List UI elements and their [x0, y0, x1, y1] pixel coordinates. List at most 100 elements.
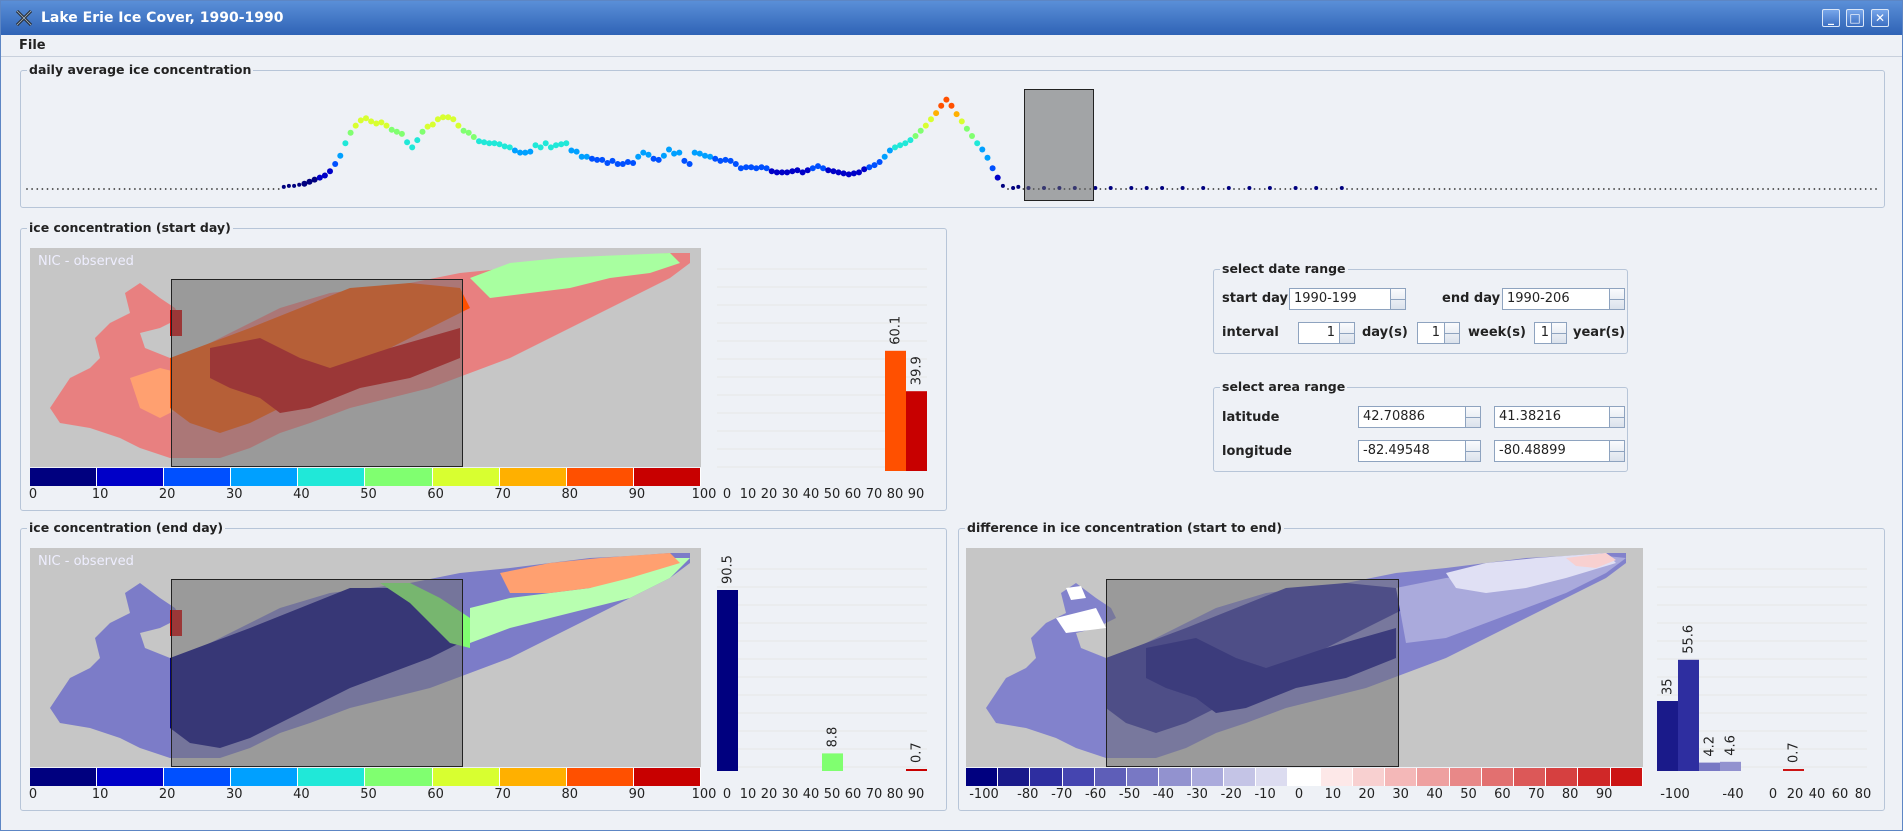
latitude-max-spinner[interactable] — [1609, 406, 1625, 428]
timeline-point — [594, 156, 601, 163]
legend-swatch — [966, 768, 999, 786]
timeline-point — [1613, 188, 1615, 190]
timeline-point — [933, 110, 940, 117]
timeline-point — [267, 188, 270, 190]
longitude-max-input[interactable]: -80.48899 — [1494, 440, 1610, 462]
area-range-title: select area range — [1220, 379, 1348, 394]
timeline-point — [1608, 188, 1610, 190]
start-day-input[interactable]: 1990-199 — [1289, 288, 1391, 310]
longitude-min-spinner[interactable] — [1465, 440, 1481, 462]
tick-label: 50 — [1460, 787, 1477, 802]
timeline-point — [938, 102, 945, 109]
timeline-point — [1864, 188, 1867, 190]
tick-label: 0 — [1768, 787, 1778, 802]
app-icon — [15, 9, 33, 27]
timeline-point — [154, 188, 157, 190]
longitude-max-spinner[interactable] — [1609, 440, 1625, 462]
timeline-point — [1284, 188, 1287, 190]
timeline-point — [1201, 186, 1206, 190]
legend-swatch — [1127, 768, 1160, 786]
start-day-spinner[interactable] — [1390, 288, 1406, 310]
tick-label: 30 — [226, 787, 243, 802]
timeline-point — [522, 149, 529, 156]
timeline-point — [82, 188, 85, 190]
end-day-spinner[interactable] — [1609, 288, 1625, 310]
end-map[interactable]: NIC - observed — [30, 548, 701, 767]
timeline-point — [1792, 188, 1795, 190]
tick-label: 20 — [158, 487, 176, 502]
timeline-point — [363, 115, 369, 122]
timeline-point — [589, 155, 595, 162]
end-day-input[interactable]: 1990-206 — [1502, 288, 1610, 310]
timeline-point — [1726, 188, 1728, 190]
tick-label: 100 — [691, 787, 717, 802]
timeline-point — [465, 129, 472, 136]
longitude-min-input[interactable]: -82.49548 — [1358, 440, 1466, 462]
timeline-point — [907, 137, 914, 144]
timeline-point — [252, 188, 254, 190]
timeline-point — [1474, 188, 1477, 190]
timeline-point — [46, 188, 49, 190]
timeline-point — [830, 168, 837, 175]
timeline-point — [1376, 188, 1379, 190]
start-day-panel: ice concentration (start day) NIC - obse… — [20, 220, 947, 511]
latitude-max-input[interactable]: 41.38216 — [1494, 406, 1610, 428]
legend-swatch — [97, 768, 165, 786]
interval-year-spinner[interactable] — [1551, 322, 1567, 344]
timeline-point — [1710, 188, 1713, 190]
interval-week-input[interactable]: 1 — [1417, 322, 1445, 344]
timeline-point — [1016, 184, 1021, 189]
interval-week-spinner[interactable] — [1444, 322, 1460, 344]
timeline-point — [373, 120, 380, 127]
timeline-point — [897, 142, 904, 149]
hist-bar — [1720, 761, 1741, 771]
legend-swatch — [1094, 768, 1128, 786]
start-map-selection[interactable] — [171, 279, 463, 467]
hist-value-label: 39.9 — [910, 356, 925, 385]
end-panel-title: ice concentration (end day) — [27, 520, 226, 535]
timeline-point — [51, 188, 54, 190]
tick-label: 90 — [1595, 787, 1613, 802]
tick-label: 100 — [691, 487, 717, 502]
timeline-point — [722, 156, 729, 163]
timeline-point — [599, 156, 606, 163]
diff-map[interactable] — [966, 548, 1643, 767]
legend-swatch — [499, 768, 567, 786]
minimize-button[interactable]: _ — [1822, 9, 1840, 27]
maximize-button[interactable]: □ — [1846, 9, 1864, 27]
legend-swatch — [1385, 768, 1418, 786]
timeline-point — [1171, 188, 1174, 190]
interval-day-spinner[interactable] — [1339, 322, 1355, 344]
start-map[interactable]: NIC - observed — [30, 248, 701, 467]
latitude-min-input[interactable]: 42.70886 — [1358, 406, 1466, 428]
tick-label: -80 — [1017, 787, 1039, 802]
legend-swatch — [231, 468, 299, 486]
timeline-point — [440, 114, 446, 121]
timeline-point — [352, 122, 359, 129]
interval-day-input[interactable]: 1 — [1298, 322, 1340, 344]
timeline-chart[interactable] — [21, 71, 1884, 207]
end-map-selection[interactable] — [171, 579, 463, 767]
timeline-point — [886, 147, 893, 154]
timeline-point — [789, 168, 796, 175]
timeline-point — [1587, 188, 1590, 190]
tick-label: 40 — [802, 787, 820, 802]
timeline-point — [409, 144, 416, 151]
interval-year-input[interactable]: 1 — [1534, 322, 1552, 344]
timeline-point — [1150, 188, 1153, 190]
timeline-point — [645, 151, 652, 158]
timeline-point — [506, 144, 513, 151]
diff-map-selection[interactable] — [1106, 579, 1399, 767]
close-button[interactable]: ✕ — [1871, 9, 1889, 27]
timeline-selection-box[interactable] — [1024, 89, 1094, 201]
timeline-point — [1238, 188, 1240, 190]
timeline-point — [501, 143, 508, 150]
timeline-point — [236, 188, 239, 190]
title-bar[interactable]: Lake Erie Ice Cover, 1990-1990 _ □ ✕ — [1, 1, 1902, 35]
menu-file[interactable]: File — [19, 38, 46, 53]
latitude-min-spinner[interactable] — [1465, 406, 1481, 428]
timeline-point — [1525, 188, 1528, 190]
timeline-point — [922, 122, 929, 129]
tick-label: 90 — [628, 787, 646, 802]
timeline-point — [1828, 188, 1831, 190]
